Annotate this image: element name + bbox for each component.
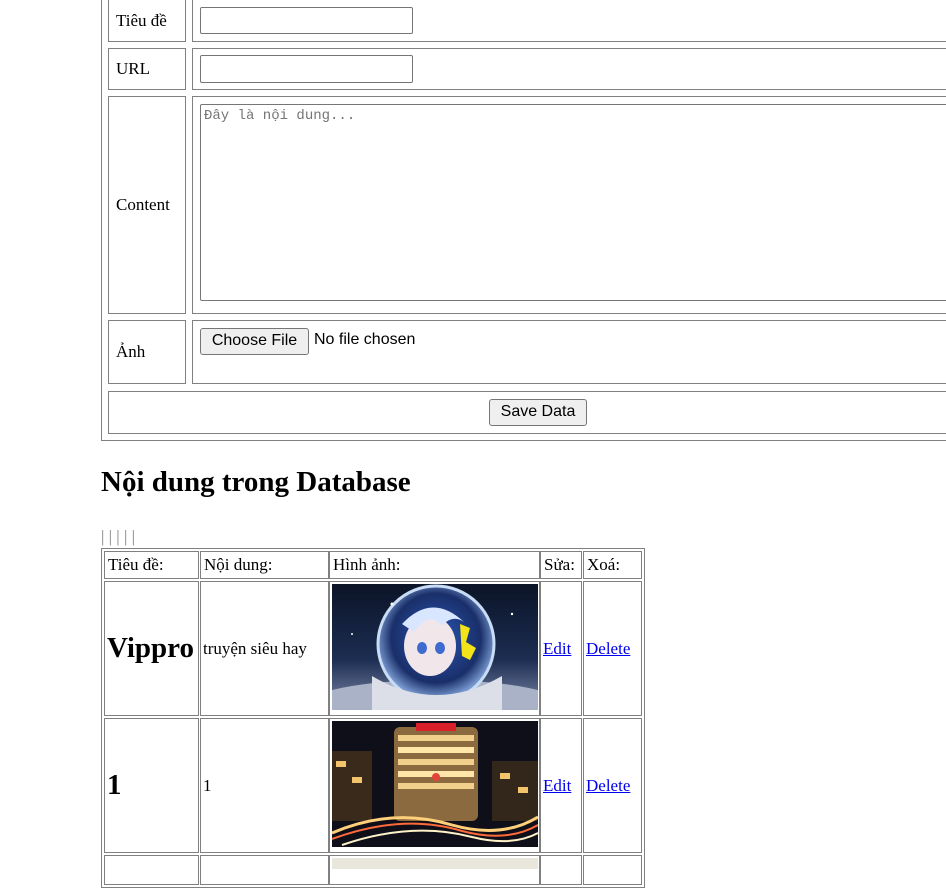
table-row-delete-cell: Delete [583, 718, 642, 853]
title-label: Tiêu đề [116, 11, 167, 30]
night-city-building-image [332, 721, 538, 847]
partial-row-image [332, 858, 538, 869]
content-textarea[interactable] [200, 104, 946, 301]
table-row-delete-cell [583, 855, 642, 885]
choose-file-button[interactable]: Choose File [200, 328, 309, 355]
table-row-content [200, 855, 329, 885]
save-data-button[interactable]: Save Data [489, 399, 587, 426]
table-row-edit-cell: Edit [540, 718, 582, 853]
url-label-cell: URL [108, 48, 186, 90]
section-heading: Nội dung trong Database [101, 466, 411, 498]
header-edit: Sửa: [540, 551, 582, 579]
content-label-cell: Content [108, 96, 186, 314]
header-image: Hình ảnh: [329, 551, 540, 579]
title-label-cell: Tiêu đề [108, 0, 186, 42]
separator-bars: | | | | | [101, 527, 136, 546]
title-input[interactable] [200, 7, 413, 34]
table-row-title [104, 855, 199, 885]
url-input[interactable] [200, 55, 413, 83]
delete-link[interactable]: Delete [586, 776, 630, 796]
table-row-content: 1 [200, 718, 329, 853]
table-row-content: truyện siêu hay [200, 581, 329, 716]
image-label-cell: Ảnh [108, 320, 186, 384]
table-row-delete-cell: Delete [583, 581, 642, 716]
table-row-edit-cell [540, 855, 582, 885]
table-row-title: Vippro [104, 581, 199, 716]
no-file-chosen-text: No file chosen [314, 331, 416, 348]
header-content: Nội dung: [200, 551, 329, 579]
url-label: URL [116, 59, 150, 78]
edit-link[interactable]: Edit [543, 776, 571, 796]
table-row-title: 1 [104, 718, 199, 853]
anime-astronaut-girl-image [332, 584, 538, 710]
content-label: Content [116, 195, 170, 214]
header-delete: Xoá: [583, 551, 642, 579]
delete-link[interactable]: Delete [586, 639, 630, 659]
edit-link[interactable]: Edit [543, 639, 571, 659]
header-title: Tiêu đề: [104, 551, 199, 579]
image-label: Ảnh [116, 342, 146, 361]
table-row-edit-cell: Edit [540, 581, 582, 716]
